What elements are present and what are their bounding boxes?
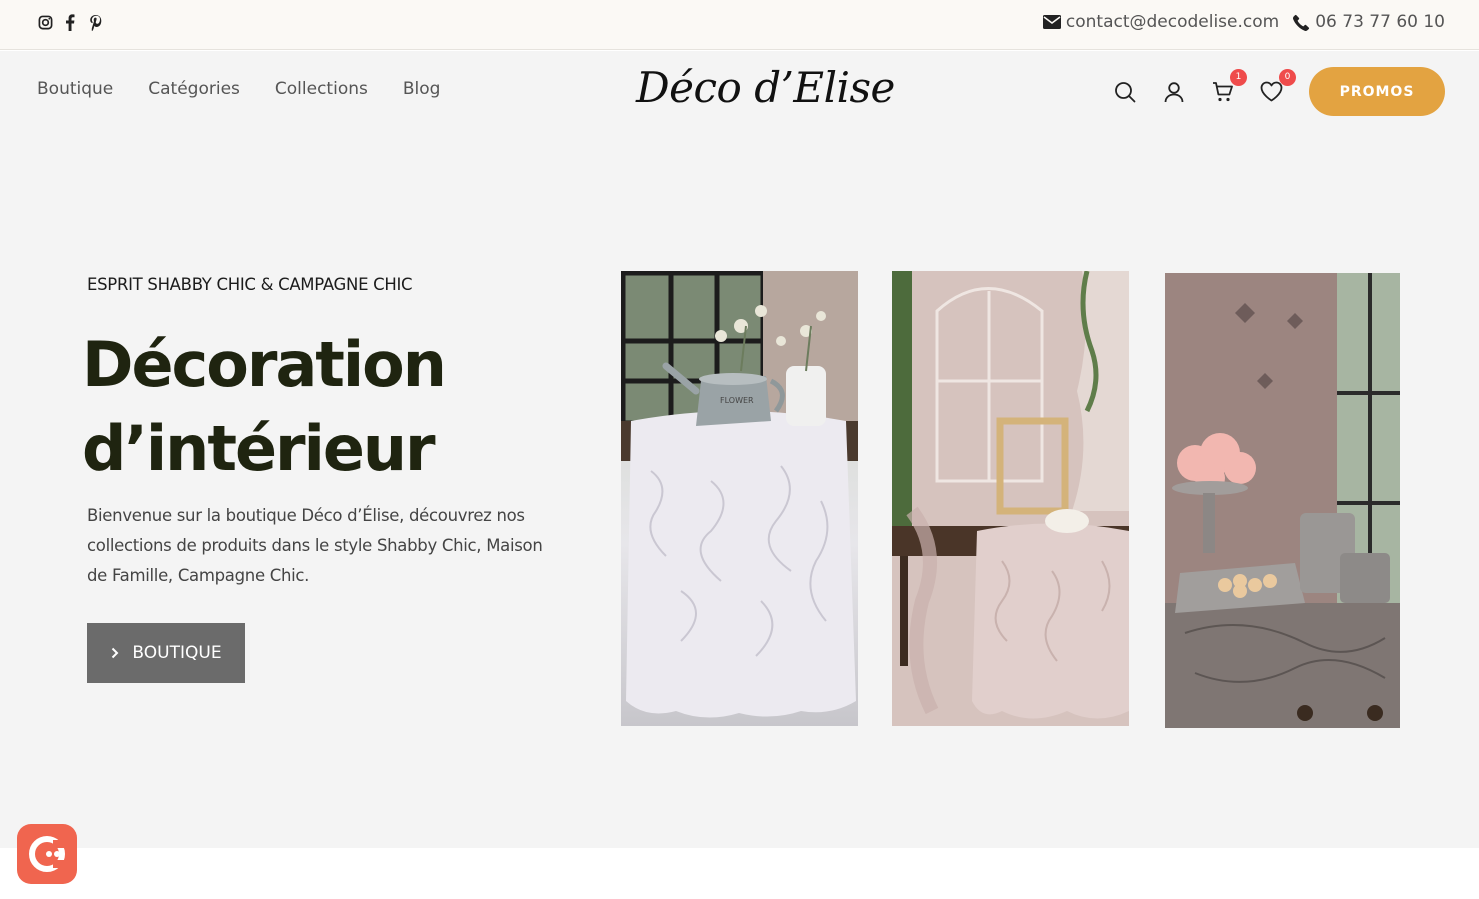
headline-line-2: d’intérieur [82, 412, 436, 485]
phone-icon [1293, 14, 1310, 31]
main-nav: Boutique Catégories Collections Blog [37, 79, 440, 99]
email-link[interactable]: contact@decodelise.com [1042, 12, 1280, 32]
hero-section: Boutique Catégories Collections Blog Déc… [0, 51, 1479, 848]
cart-count-badge: 1 [1230, 69, 1247, 86]
heart-icon [1260, 81, 1283, 102]
product-photo-white-lace: FLOWER [621, 271, 858, 726]
phone-link[interactable]: 06 73 77 60 10 [1293, 12, 1445, 32]
social-links [37, 13, 103, 31]
pinterest-icon[interactable] [87, 13, 103, 31]
wishlist-button[interactable]: 0 [1259, 69, 1296, 104]
nav-item-categories[interactable]: Catégories [148, 79, 240, 99]
account-button[interactable] [1161, 79, 1186, 104]
hero-headline: Décoration d’intérieur [82, 323, 502, 491]
product-photo-pink-lace [892, 271, 1129, 726]
nav-item-blog[interactable]: Blog [403, 79, 441, 99]
site-logo[interactable]: Déco d’Elise [636, 63, 895, 112]
phone-text: 06 73 77 60 10 [1315, 12, 1445, 32]
email-text: contact@decodelise.com [1065, 12, 1280, 32]
svg-text:FLOWER: FLOWER [720, 396, 754, 405]
hero-kicker: ESPRIT SHABBY CHIC & CAMPAGNE CHIC [87, 275, 413, 294]
top-bar: contact@decodelise.com 06 73 77 60 10 [0, 0, 1479, 50]
promos-button[interactable]: PROMOS [1309, 67, 1445, 116]
instagram-icon[interactable] [37, 13, 53, 31]
cta-label: BOUTIQUE [132, 643, 222, 663]
search-icon [1114, 81, 1135, 102]
cart-button[interactable]: 1 [1210, 69, 1247, 104]
nav-item-collections[interactable]: Collections [275, 79, 368, 99]
user-icon [1164, 81, 1183, 102]
wishlist-count-badge: 0 [1279, 69, 1296, 86]
cart-icon [1212, 81, 1233, 101]
product-photo-silver-decor [1165, 273, 1400, 728]
headline-line-1: Décoration [82, 328, 447, 401]
envelope-icon [1042, 15, 1061, 29]
contact-info: contact@decodelise.com 06 73 77 60 10 [1042, 12, 1445, 32]
search-button[interactable] [1112, 79, 1137, 104]
chat-icon [29, 836, 67, 872]
nav-item-boutique[interactable]: Boutique [37, 79, 113, 99]
header-tools: 1 0 [1112, 69, 1296, 104]
boutique-cta-button[interactable]: BOUTIQUE [87, 623, 245, 683]
chat-widget-button[interactable] [17, 824, 77, 884]
facebook-icon[interactable] [62, 13, 78, 31]
chevron-right-icon [112, 647, 119, 659]
hero-intro: Bienvenue sur la boutique Déco d’Élise, … [87, 506, 543, 585]
